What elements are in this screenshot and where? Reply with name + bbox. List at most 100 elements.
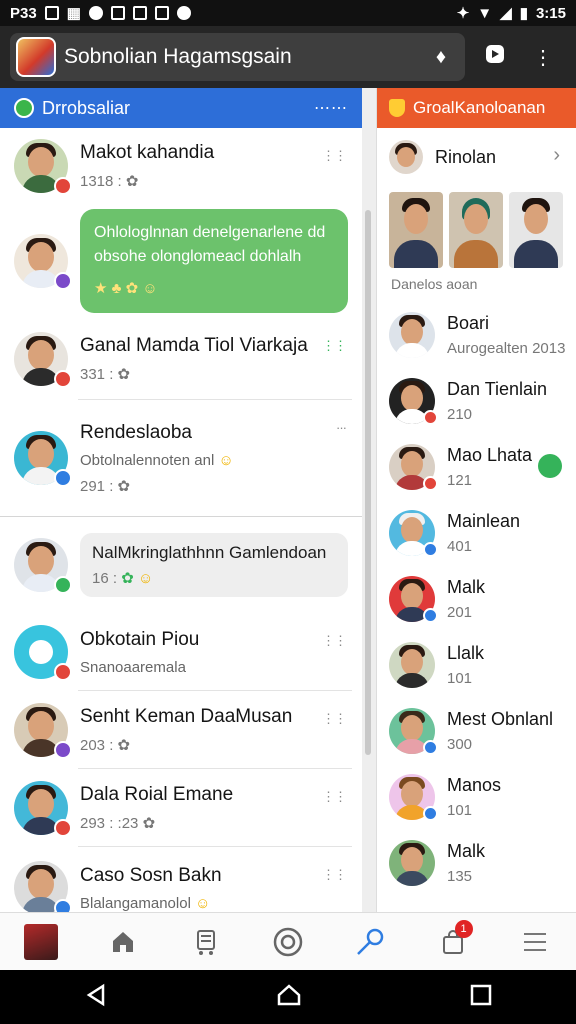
reaction-icons: ★ ♣ ✿ ☺: [94, 280, 158, 297]
user-sub: 300: [447, 736, 473, 753]
member-photo[interactable]: [449, 192, 503, 268]
user-name: Dan Tienlain: [447, 379, 548, 399]
user-row[interactable]: Malk 201: [377, 566, 576, 632]
more-icon[interactable]: ⋮⋮: [322, 789, 347, 805]
more-icon[interactable]: ⋮⋮: [322, 633, 347, 649]
more-icon[interactable]: ⋮⋮: [322, 711, 347, 727]
top-user-row[interactable]: Rinolan ›: [377, 128, 576, 186]
avatar: [14, 431, 72, 487]
app-title: Sobnolian Hagamsgsain: [64, 45, 292, 68]
bag-notification-icon: [110, 6, 125, 20]
chat-row[interactable]: Senht Keman DaaMusan 203 : ✿ ⋮⋮: [0, 691, 362, 769]
menu-icon[interactable]: [513, 920, 557, 964]
avatar: [14, 781, 72, 837]
grid-icon[interactable]: ⋯⋯: [314, 98, 348, 118]
chat-preview: Blalangamanolol: [80, 894, 191, 912]
chat-row[interactable]: Rendeslaoba Obtolnalennoten anl ☺ 291 : …: [0, 400, 362, 516]
message-text: NalMkringlathhnn Gamlendoan: [92, 543, 327, 562]
user-row[interactable]: Mest Obnlanl 300: [377, 698, 576, 764]
app-title-pill[interactable]: Sobnolian Hagamsgsain ♦: [10, 33, 465, 81]
wifi-icon: ▼: [477, 4, 493, 22]
home-nav-icon[interactable]: [276, 983, 302, 1012]
status-badge: [54, 663, 72, 681]
chat-row[interactable]: Obkotain Piou Snanoaaremala ⋮⋮: [0, 613, 362, 691]
puzzle-icon[interactable]: ♦: [423, 46, 459, 69]
chat-name: Rendeslaoba: [80, 421, 192, 443]
status-text: P33: [10, 4, 37, 22]
chat-row[interactable]: NalMkringlathhnn Gamlendoan 16 : ✿ ☺: [0, 517, 362, 613]
smile-emoji-icon: ☺: [195, 894, 211, 912]
user-row[interactable]: Llalk 101: [377, 632, 576, 698]
avatar: [14, 625, 72, 681]
user-sub: 101: [447, 670, 473, 687]
user-row[interactable]: Mainlean 401: [377, 500, 576, 566]
chat-bubble-icon[interactable]: [538, 454, 562, 478]
member-photo[interactable]: [389, 192, 443, 268]
chat-row[interactable]: Ganal Mamda Tiol Viarkaja 331 : ✿ ⋮⋮: [0, 318, 362, 400]
sticker-icon: ✿: [117, 737, 131, 754]
message-bubble[interactable]: Ohlologlnnan denelgenarlene dd obsohe ol…: [80, 209, 348, 313]
chat-row[interactable]: Makot kahandia 1318 : ✿ ⋮⋮: [0, 128, 362, 204]
phone-notification-icon: [132, 6, 147, 20]
more-icon[interactable]: ⋮⋮: [322, 338, 347, 354]
user-row[interactable]: Mao Lhata 121: [377, 434, 576, 500]
system-nav-bar: [0, 970, 576, 1024]
avatar: [389, 510, 438, 557]
back-icon[interactable]: [84, 983, 108, 1012]
chat-preview: Obtolnalennoten anl: [80, 451, 215, 469]
chat-list-header: Drrobsaliar ⋯⋯: [0, 88, 362, 128]
avatar: [389, 444, 438, 491]
shopping-bag-icon[interactable]: 1: [431, 919, 475, 964]
avatar: [389, 840, 435, 886]
status-badge: [423, 740, 438, 755]
cart-icon[interactable]: [184, 920, 228, 964]
user-name: Manos: [447, 775, 502, 795]
chat-icon: [14, 98, 34, 118]
status-badge: [54, 819, 72, 837]
status-badge: [423, 608, 438, 623]
status-badge: [54, 370, 72, 388]
chat-row[interactable]: Dala Roial Emane 293 : :23 ✿ ⋮⋮: [0, 769, 362, 847]
more-icon[interactable]: ···: [336, 420, 347, 435]
user-sub: Aurogealten 2013: [447, 340, 566, 357]
sticker-icon: ✿: [117, 366, 131, 383]
user-row[interactable]: Manos 101: [377, 764, 576, 830]
member-photo[interactable]: [509, 192, 563, 268]
user-sub: 201: [447, 604, 473, 621]
user-sub: 401: [447, 538, 473, 555]
home-icon[interactable]: [101, 920, 145, 964]
camera-icon[interactable]: [266, 920, 310, 964]
profile-tab[interactable]: [19, 920, 63, 964]
chat-name: Dala Roial Emane: [80, 784, 234, 805]
avatar: [389, 708, 438, 755]
status-badge: [54, 272, 72, 290]
clock: 3:15: [535, 4, 566, 22]
user-name: Malk: [447, 841, 486, 861]
compose-button[interactable]: [477, 43, 513, 71]
status-badge: [54, 741, 72, 759]
sticker-icon: ✿: [117, 477, 131, 495]
chat-row[interactable]: Ohlologlnnan denelgenarlene dd obsohe ol…: [0, 204, 362, 318]
message-bubble[interactable]: NalMkringlathhnn Gamlendoan 16 : ✿ ☺: [80, 533, 348, 597]
overflow-menu-icon[interactable]: ⋮: [525, 45, 561, 70]
scrollbar-thumb[interactable]: [365, 210, 371, 755]
recents-icon[interactable]: [470, 984, 492, 1011]
chat-list-panel: Drrobsaliar ⋯⋯ Makot kahandia 1318 : ✿ ⋮…: [0, 88, 362, 912]
photo-strip: [377, 192, 576, 268]
chat-meta: 293 : :23: [80, 815, 139, 832]
user-row[interactable]: Boari Aurogealten 2013: [377, 302, 576, 368]
chevron-right-icon[interactable]: ›: [553, 144, 560, 167]
signal-icon: ◢: [500, 5, 512, 22]
message-text: Ohlologlnnan denelgenarlene dd obsohe ol…: [94, 224, 326, 265]
search-icon[interactable]: [348, 920, 392, 964]
app-avatar[interactable]: [16, 37, 56, 77]
more-icon[interactable]: ⋮⋮: [322, 148, 347, 164]
user-row[interactable]: Dan Tienlain 210: [377, 368, 576, 434]
battery-icon: ▮: [519, 5, 528, 22]
more-icon[interactable]: ⋮⋮: [322, 867, 347, 883]
status-badge: [54, 177, 72, 195]
user-row[interactable]: Malk 135: [377, 830, 576, 896]
status-bar: P33 ▦ ✦ ▼ ◢ ▮ 3:15: [0, 0, 576, 26]
chat-row[interactable]: Caso Sosn Bakn Blalangamanolol ☺ ⋮⋮: [0, 847, 362, 912]
photo-notification-icon: [154, 6, 169, 20]
